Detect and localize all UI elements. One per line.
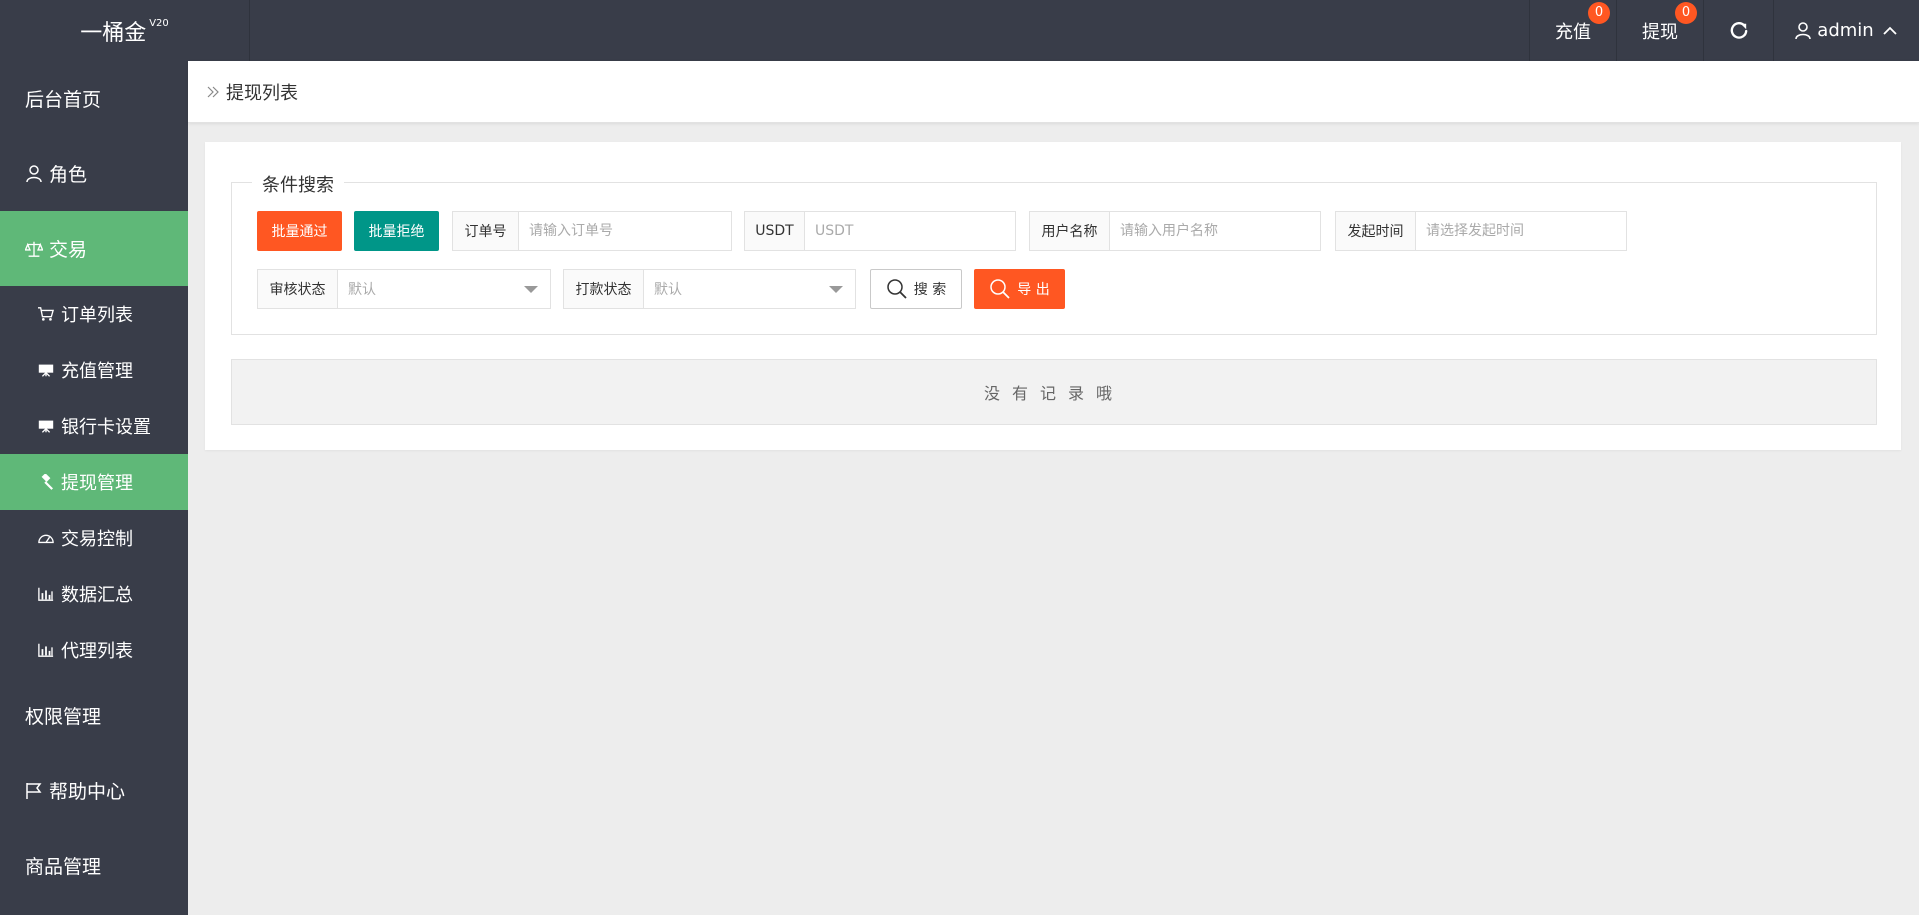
board-icon [38, 420, 54, 433]
sidebar-item-products[interactable]: 商品管理 [0, 828, 188, 903]
audit-status-select[interactable]: 默认 [338, 270, 550, 308]
app-logo[interactable]: 一桶金 V20 [0, 0, 250, 61]
user-icon [26, 164, 42, 182]
main-card: 条件搜索 批量通过 批量拒绝 订单号 USDT 用户名称 发起时间 审核状态 默… [205, 142, 1901, 450]
start-time-input[interactable] [1416, 212, 1626, 250]
sidebar-item-label: 商品管理 [25, 856, 102, 878]
dashboard-icon [38, 534, 54, 544]
double-chevron-right-icon [207, 86, 219, 97]
search-fieldset: 条件搜索 批量通过 批量拒绝 订单号 USDT 用户名称 发起时间 审核状态 默… [231, 171, 1877, 335]
export-button[interactable]: 导 出 [974, 269, 1065, 309]
sidebar-item-label: 数据汇总 [61, 585, 133, 606]
search-icon [990, 279, 1010, 299]
recharge-badge: 0 [1588, 2, 1610, 24]
sidebar-item-label: 订单列表 [61, 305, 133, 326]
flag-icon [26, 782, 42, 799]
caret-down-icon [829, 286, 843, 293]
username-label: 用户名称 [1030, 212, 1110, 250]
user-icon [1795, 21, 1812, 39]
usdt-field: USDT [744, 211, 1016, 251]
audit-status-value: 默认 [348, 282, 376, 298]
withdraw-label: 提现 [1642, 21, 1678, 43]
refresh-button[interactable] [1703, 0, 1773, 61]
sidebar-item-label: 后台首页 [25, 89, 102, 111]
sidebar-item-withdraw[interactable]: 提现管理 [0, 454, 188, 510]
app-name: 一桶金 [80, 20, 147, 46]
chevron-up-icon [1883, 26, 1897, 35]
export-button-label: 导 出 [1017, 282, 1050, 298]
scale-icon [25, 241, 43, 257]
payment-status-select[interactable]: 默认 [644, 270, 855, 308]
sidebar-item-label: 帮助中心 [49, 781, 126, 803]
audit-status-label: 审核状态 [258, 270, 338, 308]
username-input[interactable] [1110, 212, 1320, 250]
withdraw-badge: 0 [1675, 2, 1697, 24]
order-no-input[interactable] [519, 212, 731, 250]
sidebar-item-label: 充值管理 [61, 361, 133, 382]
batch-approve-button[interactable]: 批量通过 [257, 211, 342, 251]
payment-status-label: 打款状态 [564, 270, 644, 308]
sidebar-item-label: 角色 [49, 164, 88, 186]
usdt-label: USDT [745, 212, 805, 250]
start-time-field: 发起时间 [1335, 211, 1627, 251]
top-bar: 一桶金 V20 充值 0 提现 0 admin [0, 0, 1919, 61]
cart-icon [38, 307, 54, 321]
sidebar-item-recharge[interactable]: 充值管理 [0, 342, 188, 398]
empty-state: 没有记录哦 [231, 359, 1877, 425]
user-name: admin [1817, 20, 1874, 41]
search-button[interactable]: 搜 索 [870, 269, 962, 309]
sidebar-item-label: 代理列表 [61, 641, 133, 662]
top-nav: 充值 0 提现 0 admin [1529, 0, 1919, 61]
order-no-label: 订单号 [453, 212, 519, 250]
page-title: 提现列表 [226, 82, 298, 104]
sidebar-item-label: 提现管理 [61, 473, 133, 494]
sidebar-item-permissions[interactable]: 权限管理 [0, 678, 188, 753]
audit-status-field: 审核状态 默认 [257, 269, 551, 309]
sidebar-item-label: 银行卡设置 [61, 417, 151, 438]
payment-status-value: 默认 [654, 282, 682, 298]
payment-status-field: 打款状态 默认 [563, 269, 856, 309]
sidebar-item-label: 交易控制 [61, 529, 133, 550]
username-field: 用户名称 [1029, 211, 1321, 251]
start-time-label: 发起时间 [1336, 212, 1416, 250]
sidebar-item-help[interactable]: 帮助中心 [0, 753, 188, 828]
sidebar-item-label: 权限管理 [25, 706, 102, 728]
recharge-label: 充值 [1555, 21, 1591, 43]
gavel-icon [41, 474, 54, 490]
bar-chart-icon [38, 587, 54, 601]
search-icon [887, 279, 907, 299]
usdt-input[interactable] [805, 212, 1015, 250]
sidebar-item-order-list[interactable]: 订单列表 [0, 286, 188, 342]
sidebar-item-data-summary[interactable]: 数据汇总 [0, 566, 188, 622]
search-legend: 条件搜索 [252, 171, 344, 197]
refresh-icon [1730, 21, 1747, 39]
recharge-button[interactable]: 充值 0 [1529, 0, 1616, 61]
sidebar-item-trade[interactable]: 交易 [0, 211, 188, 286]
sidebar-item-trade-control[interactable]: 交易控制 [0, 510, 188, 566]
caret-down-icon [524, 286, 538, 293]
batch-reject-button[interactable]: 批量拒绝 [354, 211, 439, 251]
sidebar-item-agent-list[interactable]: 代理列表 [0, 622, 188, 678]
user-menu[interactable]: admin [1773, 0, 1919, 61]
board-icon [38, 364, 54, 377]
breadcrumb: 提现列表 [188, 61, 1919, 123]
search-button-label: 搜 索 [913, 282, 947, 298]
order-no-field: 订单号 [452, 211, 732, 251]
withdraw-button[interactable]: 提现 0 [1616, 0, 1703, 61]
bar-chart-icon [38, 643, 54, 657]
sidebar-item-home[interactable]: 后台首页 [0, 61, 188, 136]
sidebar: 后台首页 角色 交易 订单列表 充值管理 银行卡设置 提现管理 交易控制 数据汇… [0, 61, 188, 915]
sidebar-item-label: 交易 [49, 239, 88, 261]
sidebar-item-bank-card[interactable]: 银行卡设置 [0, 398, 188, 454]
app-version: V20 [149, 18, 169, 29]
sidebar-item-role[interactable]: 角色 [0, 136, 188, 211]
